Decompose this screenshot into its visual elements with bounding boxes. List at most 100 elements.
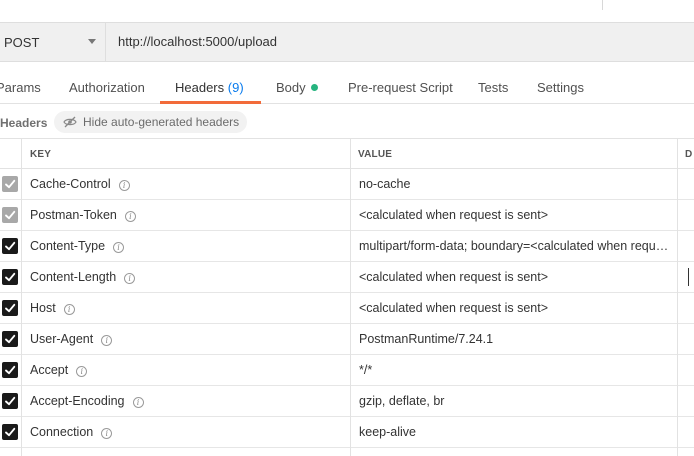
header-value-cell[interactable]: <calculated when request is sent>	[359, 270, 675, 284]
tab-settings[interactable]: Settings	[537, 80, 584, 95]
header-key-text: User-Agent	[30, 332, 94, 346]
checkmark-icon	[5, 427, 16, 437]
column-divider	[21, 138, 22, 456]
row-checkbox[interactable]	[2, 300, 18, 316]
table-row: Content-Length i <calculated when request …	[0, 262, 694, 293]
method-select[interactable]: POST	[0, 23, 106, 61]
tab-params[interactable]: Params	[0, 80, 41, 95]
url-input[interactable]: http://localhost:5000/upload	[118, 34, 277, 49]
row-checkbox[interactable]	[2, 176, 18, 192]
header-value-cell[interactable]: keep-alive	[359, 425, 675, 439]
header-key-cell[interactable]: Content-Length i	[30, 270, 136, 284]
header-key-text: Content-Type	[30, 239, 106, 253]
header-value-cell[interactable]: PostmanRuntime/7.24.1	[359, 332, 675, 346]
header-value-cell[interactable]: multipart/form-data; boundary=<calculate…	[359, 239, 675, 253]
checkmark-icon	[5, 272, 16, 282]
checkmark-icon	[5, 303, 16, 313]
header-key-text: Connection	[30, 425, 94, 439]
header-key-cell[interactable]: Postman-Token i	[30, 208, 136, 222]
info-icon[interactable]: i	[132, 397, 144, 408]
header-key-cell[interactable]: Cache-Control i	[30, 177, 130, 191]
table-row: Host i <calculated when request is sent>	[0, 293, 694, 324]
headers-toolbar: Headers Hide auto-generated headers	[0, 110, 694, 138]
tab-label: Params	[0, 80, 41, 95]
row-checkbox[interactable]	[2, 207, 18, 223]
tab-authorization[interactable]: Authorization	[69, 80, 145, 95]
tab-tests[interactable]: Tests	[478, 80, 508, 95]
header-key-cell[interactable]: Accept i	[30, 363, 88, 377]
header-key-cell[interactable]: Content-Type i	[30, 239, 125, 253]
request-tabs: Params Authorization Headers (9) Body Pr…	[0, 72, 694, 104]
checkmark-icon	[5, 210, 16, 220]
column-divider	[350, 138, 351, 456]
tab-label: Pre-request Script	[348, 80, 453, 95]
section-label: Headers	[0, 116, 48, 130]
info-icon[interactable]: i	[124, 273, 136, 284]
headers-table: KEY VALUE D Cache-Control i no-cache Postma…	[0, 138, 694, 456]
table-row: Content-Type i multipart/form-data; bounda…	[0, 231, 694, 262]
tab-label: Settings	[537, 80, 584, 95]
tab-label: Body	[276, 80, 306, 95]
table-row: User-Agent i PostmanRuntime/7.24.1	[0, 324, 694, 355]
header-key-text: Host	[30, 301, 56, 315]
text-cursor	[688, 268, 689, 286]
header-key-cell[interactable]: User-Agent i	[30, 332, 113, 346]
row-checkbox[interactable]	[2, 331, 18, 347]
row-checkbox[interactable]	[2, 424, 18, 440]
tab-headers[interactable]: Headers (9)	[175, 80, 244, 95]
tab-pre-request-script[interactable]: Pre-request Script	[348, 80, 453, 95]
tab-label: Headers	[175, 80, 225, 95]
info-icon[interactable]: i	[101, 428, 113, 439]
header-key-cell[interactable]: Connection i	[30, 425, 113, 439]
info-icon[interactable]: i	[101, 335, 113, 346]
checkmark-icon	[5, 241, 16, 251]
header-key-text: Accept	[30, 363, 69, 377]
table-header: KEY VALUE D	[0, 138, 694, 169]
table-row: Accept-Encoding i gzip, deflate, br	[0, 386, 694, 417]
header-value-cell[interactable]: <calculated when request is sent>	[359, 301, 675, 315]
header-value-cell[interactable]: gzip, deflate, br	[359, 394, 675, 408]
chevron-down-icon	[88, 39, 96, 44]
info-icon[interactable]: i	[118, 180, 130, 191]
column-value: VALUE	[358, 149, 393, 160]
header-key-text: Accept-Encoding	[30, 394, 125, 408]
header-key-cell[interactable]: Host i	[30, 301, 75, 315]
tab-count: (9)	[227, 80, 244, 95]
header-key-cell[interactable]: Accept-Encoding i	[30, 394, 144, 408]
tab-label: Authorization	[69, 80, 145, 95]
checkmark-icon	[5, 334, 16, 344]
header-value-cell[interactable]: */*	[359, 363, 675, 377]
row-checkbox[interactable]	[2, 362, 18, 378]
column-key: KEY	[30, 149, 52, 160]
header-value-cell[interactable]: no-cache	[359, 177, 675, 191]
table-row: Cache-Control i no-cache	[0, 169, 694, 200]
checkmark-icon	[5, 179, 16, 189]
status-dot	[310, 84, 318, 91]
table-row: Postman-Token i <calculated when request i…	[0, 200, 694, 231]
active-tab-indicator	[160, 101, 261, 104]
method-label: POST	[4, 34, 40, 50]
tab-label: Tests	[478, 80, 509, 95]
table-row: Accept i */*	[0, 355, 694, 386]
row-checkbox[interactable]	[2, 393, 18, 409]
row-checkbox[interactable]	[2, 269, 18, 285]
info-icon[interactable]: i	[63, 304, 75, 315]
header-key-text: Cache-Control	[30, 177, 111, 191]
eye-slash-icon	[63, 116, 77, 128]
top-strip	[0, 0, 694, 22]
hide-auto-headers-button[interactable]: Hide auto-generated headers	[54, 111, 247, 133]
checkmark-icon	[5, 396, 16, 406]
hide-button-label: Hide auto-generated headers	[83, 115, 240, 129]
header-key-text: Content-Length	[30, 270, 117, 284]
url-bar: POST http://localhost:5000/upload	[0, 22, 694, 62]
row-checkbox[interactable]	[2, 238, 18, 254]
header-value-cell[interactable]: <calculated when request is sent>	[359, 208, 675, 222]
info-icon[interactable]: i	[124, 211, 136, 222]
checkmark-icon	[5, 365, 16, 375]
info-icon[interactable]: i	[76, 366, 88, 377]
table-row: Connection i keep-alive	[0, 417, 694, 448]
tab-body[interactable]: Body	[276, 80, 318, 95]
divider	[602, 0, 603, 10]
header-key-text: Postman-Token	[30, 208, 117, 222]
info-icon[interactable]: i	[113, 242, 125, 253]
